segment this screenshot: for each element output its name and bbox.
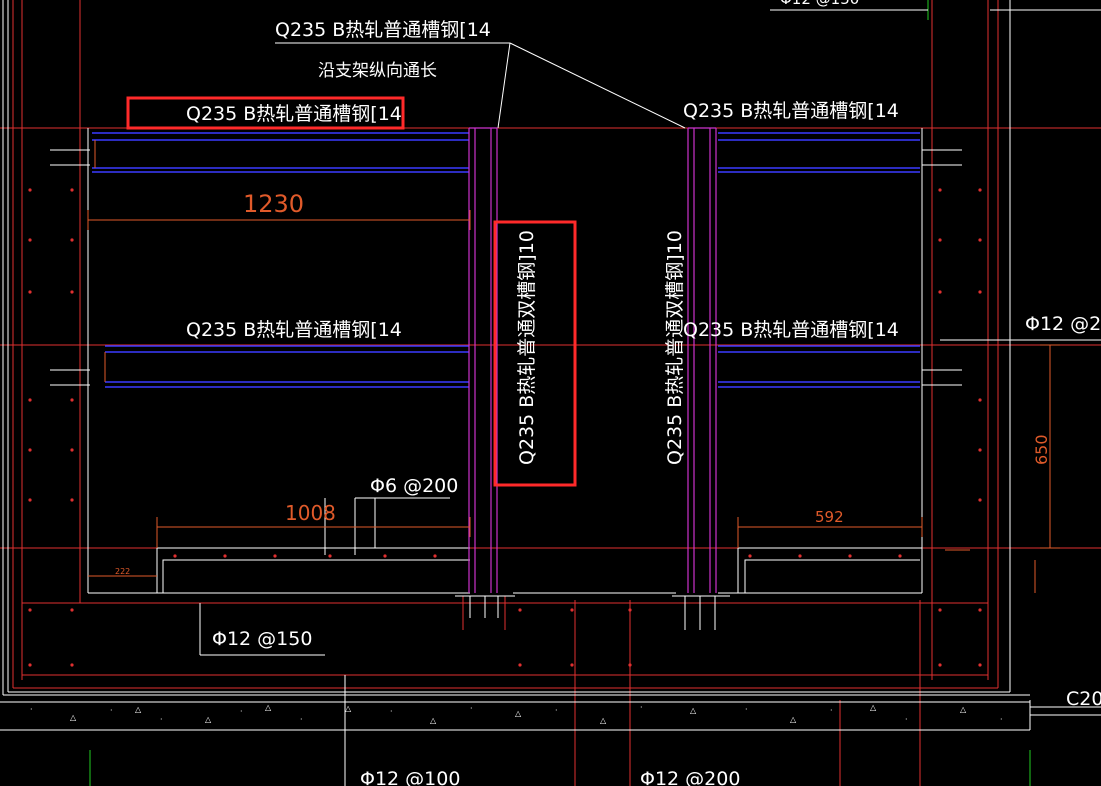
label-rebar-right: Φ12 @20 — [1025, 313, 1101, 335]
svg-text:△: △ — [790, 715, 797, 724]
svg-text:·: · — [390, 707, 393, 716]
svg-text:·: · — [1000, 715, 1003, 724]
concrete-hatch: · △ · △ · △ · △ · △ · △ · △ · △ · △ · △ · △ · △ · — [30, 703, 1003, 725]
label-left-mid-channel: Q235 B热轧普通槽钢[14 — [186, 319, 402, 341]
svg-text:·: · — [555, 706, 558, 715]
svg-text:△: △ — [345, 704, 352, 713]
label-right-double-channel: Q235 B热轧普通双槽钢]10 — [664, 230, 686, 465]
svg-text:△: △ — [870, 703, 877, 712]
dimension-1230: 1230 — [243, 190, 304, 218]
svg-text:△: △ — [960, 705, 967, 714]
label-left-upper-channel: Q235 B热轧普通槽钢[14 — [186, 103, 402, 125]
cad-drawing: · △ · △ · △ · △ · △ · △ · △ · △ · △ · △ · △ · △ · Q235 B热轧… — [0, 0, 1101, 786]
svg-text:△: △ — [205, 715, 212, 724]
label-top-channel: Q235 B热轧普通槽钢[14 — [275, 19, 491, 41]
svg-text:·: · — [300, 715, 303, 724]
dimension-592: 592 — [815, 508, 844, 526]
dimension-650: 650 — [1032, 434, 1051, 465]
svg-text:△: △ — [515, 709, 522, 718]
cad-drawing-canvas: · △ · △ · △ · △ · △ · △ · △ · △ · △ · △ · △ · △ · Q235 B热轧… — [0, 0, 1101, 786]
svg-text:·: · — [640, 703, 643, 712]
svg-text:·: · — [160, 715, 163, 724]
red-outline — [0, 0, 1101, 786]
white-structure — [0, 0, 1101, 786]
label-rebar-bottom-2: Φ12 @200 — [640, 768, 740, 786]
label-rebar-stirrup: Φ6 @200 — [370, 475, 458, 497]
svg-text:·: · — [470, 704, 473, 713]
dimension-1008: 1008 — [285, 501, 336, 525]
svg-text:△: △ — [70, 713, 77, 722]
svg-text:△: △ — [430, 716, 437, 725]
svg-text:△: △ — [265, 703, 272, 712]
label-top-note: 沿支架纵向通长 — [318, 61, 437, 81]
dimension-222: 222 — [115, 567, 130, 576]
svg-text:△: △ — [690, 706, 697, 715]
label-rebar-bottom-1: Φ12 @100 — [360, 768, 460, 786]
label-center-double-channel: Q235 B热轧普通双槽钢]10 — [516, 230, 538, 465]
svg-text:△: △ — [600, 716, 607, 725]
label-right-upper-channel: Q235 B热轧普通槽钢[14 — [683, 100, 899, 122]
svg-text:·: · — [745, 705, 748, 714]
svg-text:·: · — [905, 715, 908, 724]
svg-text:△: △ — [135, 705, 142, 714]
svg-text:·: · — [30, 705, 33, 714]
svg-text:·: · — [110, 706, 113, 715]
svg-text:·: · — [830, 706, 833, 715]
label-rebar-bottom-left: Φ12 @150 — [212, 628, 312, 650]
svg-text:·: · — [240, 707, 243, 716]
blue-channel-members — [92, 132, 920, 388]
label-rebar-top-right: Φ12 @150 — [780, 0, 859, 8]
label-concrete: C20 — [1066, 688, 1101, 710]
label-right-mid-channel: Q235 B热轧普通槽钢[14 — [683, 319, 899, 341]
